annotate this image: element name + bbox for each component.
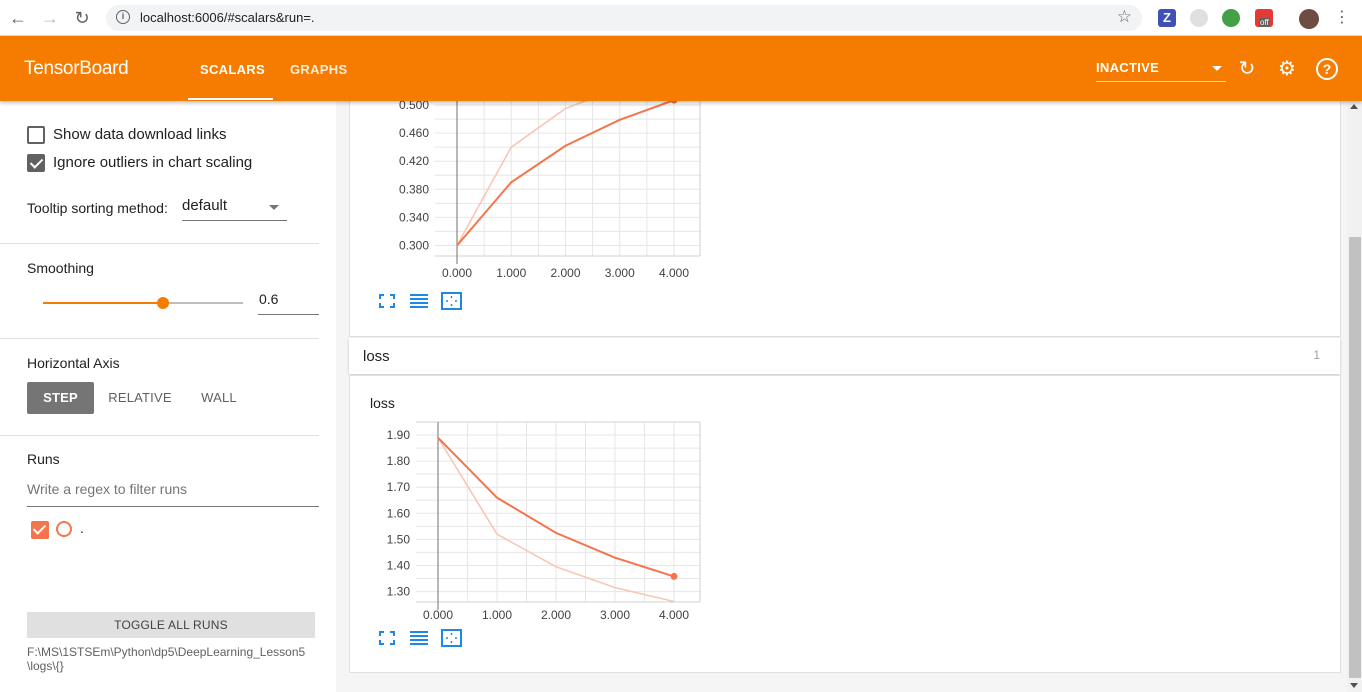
- fit-domain-icon[interactable]: [441, 629, 462, 647]
- chart-card: 0.300 0.340 0.380 0.420 0.460 0.500 0.000 1.000…: [349, 61, 1341, 337]
- y-tick-label: 0.340: [399, 210, 429, 224]
- axis-wall-button[interactable]: WALL: [192, 382, 246, 414]
- smoothing-value-input[interactable]: 0.6: [258, 291, 319, 315]
- y-tick-label: 1.30: [387, 585, 411, 599]
- x-tick-label: 4.000: [659, 608, 689, 622]
- address-bar[interactable]: i localhost:6006/#scalars&run=. ☆: [106, 5, 1142, 31]
- info-icon[interactable]: i: [116, 10, 130, 24]
- x-tick-label: 3.000: [600, 608, 630, 622]
- tab-graphs[interactable]: GRAPHS: [290, 62, 347, 77]
- expand-icon[interactable]: [378, 630, 396, 646]
- axis-relative-button[interactable]: RELATIVE: [104, 382, 176, 414]
- zotero-extension-icon[interactable]: Z: [1158, 9, 1176, 27]
- y-tick-label: 0.300: [399, 238, 429, 252]
- x-tick-label: 0.000: [442, 266, 472, 280]
- smoothing-slider-knob[interactable]: [157, 297, 169, 309]
- x-tick-label: 4.000: [659, 266, 689, 280]
- run-checkbox[interactable]: [31, 521, 49, 539]
- expand-icon[interactable]: [378, 293, 396, 309]
- off-badge: off: [1259, 18, 1270, 27]
- y-tick-label: 1.40: [387, 558, 411, 572]
- extension-icon[interactable]: [1190, 9, 1208, 27]
- chart-card: loss 1.30 1.40 1.50 1.60 1.70 1.80 1.90 0.000 1.…: [349, 375, 1341, 673]
- logdir-path: F:\MS\1STSEm\Python\dp5\DeepLearning_Les…: [27, 645, 306, 673]
- app-title: TensorBoard: [24, 58, 129, 79]
- fit-domain-icon[interactable]: [441, 292, 462, 310]
- off-extension-icon[interactable]: off: [1255, 9, 1273, 27]
- y-tick-label: 1.50: [387, 532, 411, 546]
- profile-avatar[interactable]: [1299, 9, 1319, 29]
- x-tick-label: 1.000: [496, 266, 526, 280]
- x-tick-label: 2.000: [550, 266, 580, 280]
- runs-filter-input[interactable]: Write a regex to filter runs: [27, 481, 319, 507]
- tooltip-sorting-dropdown[interactable]: default: [182, 197, 287, 221]
- tensorboard-header: TensorBoard SCALARS GRAPHS INACTIVE ↻ ⚙ …: [0, 36, 1362, 101]
- x-tick-label: 0.000: [423, 608, 453, 622]
- data-table-icon[interactable]: [410, 630, 428, 646]
- smoothing-slider-fill: [43, 302, 163, 304]
- scroll-down-arrow-icon[interactable]: [1350, 683, 1358, 688]
- grid: [435, 90, 701, 257]
- url-text: localhost:6006/#scalars&run=.: [140, 10, 315, 25]
- back-icon[interactable]: ←: [8, 8, 28, 28]
- y-tick-label: 1.90: [387, 428, 411, 442]
- chart-svg: 1.30 1.40 1.50 1.60 1.70 1.80 1.90 0.000 1.000 2.…: [387, 421, 701, 622]
- refresh-icon[interactable]: ↻: [1236, 58, 1258, 80]
- run-name: .: [80, 520, 84, 536]
- tooltip-sorting-label: Tooltip sorting method:: [27, 200, 168, 216]
- scrollbar-thumb[interactable]: [1349, 237, 1361, 678]
- inactive-plugins-select[interactable]: INACTIVE: [1096, 58, 1226, 82]
- active-tab-indicator: [188, 98, 273, 100]
- x-tick-label: 3.000: [605, 266, 635, 280]
- bookmark-star-icon[interactable]: ☆: [1117, 7, 1132, 27]
- x-tick-label: 1.000: [482, 608, 512, 622]
- group-name: loss: [363, 348, 390, 365]
- y-tick-label: 1.80: [387, 454, 411, 468]
- x-tick-label: 2.000: [541, 608, 571, 622]
- y-tick-label: 0.380: [399, 182, 429, 196]
- smoothing-title: Smoothing: [27, 260, 94, 276]
- y-tick-label: 0.420: [399, 154, 429, 168]
- scroll-up-arrow-icon[interactable]: [1350, 104, 1358, 109]
- menu-kebab-icon[interactable]: ⋮: [1332, 8, 1352, 28]
- axis-step-button[interactable]: STEP: [27, 382, 94, 414]
- last-point-marker: [670, 572, 678, 580]
- grid: [416, 421, 701, 603]
- divider: [0, 338, 319, 339]
- globe-extension-icon[interactable]: [1222, 9, 1240, 27]
- tab-scalars[interactable]: SCALARS: [200, 62, 265, 77]
- data-table-icon[interactable]: [410, 293, 428, 309]
- inactive-select-label: INACTIVE: [1096, 60, 1160, 75]
- divider: [0, 435, 319, 436]
- ignore-outliers-checkbox[interactable]: [27, 154, 45, 172]
- chart-title: loss: [370, 395, 395, 411]
- reload-icon[interactable]: ↻: [72, 8, 92, 28]
- run-color-icon: [56, 521, 72, 537]
- chevron-down-icon: [1212, 66, 1222, 71]
- chevron-down-icon: [269, 205, 279, 210]
- divider: [0, 243, 319, 244]
- ignore-outliers-label: Ignore outliers in chart scaling: [53, 154, 253, 171]
- smoothing-slider[interactable]: [43, 297, 243, 309]
- loss-group-header[interactable]: loss 1: [349, 338, 1340, 374]
- browser-toolbar: ← → ↻ i localhost:6006/#scalars&run=. ☆ …: [0, 0, 1362, 36]
- help-icon[interactable]: ?: [1316, 58, 1338, 80]
- horizontal-axis-title: Horizontal Axis: [27, 355, 120, 371]
- chart-svg: 0.3000.3400.3800.4200.4600.5000.000 1.000…: [350, 61, 710, 280]
- gear-icon[interactable]: ⚙: [1276, 58, 1298, 80]
- runs-title: Runs: [27, 451, 60, 467]
- y-tick-label: 1.70: [387, 480, 411, 494]
- group-count: 1: [1313, 348, 1320, 362]
- show-download-links-checkbox[interactable]: [27, 126, 45, 144]
- toggle-all-runs-button[interactable]: TOGGLE ALL RUNS: [27, 612, 315, 638]
- show-download-links-label: Show data download links: [53, 126, 227, 143]
- y-tick-label: 0.460: [399, 126, 429, 140]
- tooltip-sorting-value: default: [182, 197, 228, 214]
- y-tick-label: 1.60: [387, 506, 411, 520]
- forward-icon[interactable]: →: [40, 8, 60, 28]
